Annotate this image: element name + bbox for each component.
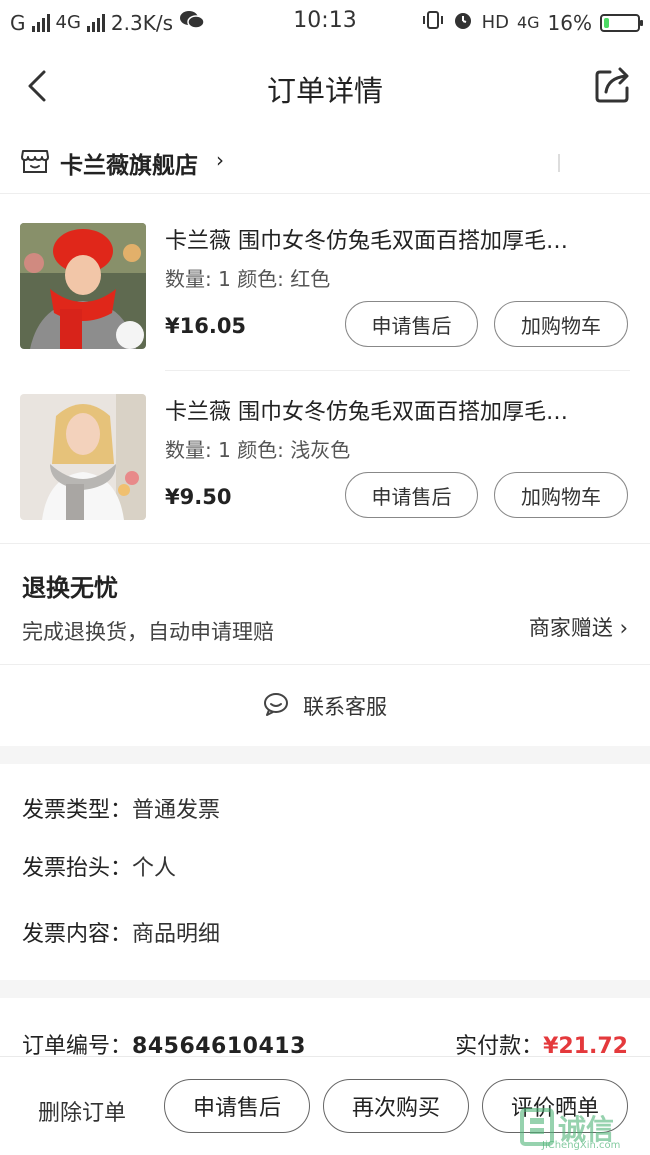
- product-meta: 数量: 1 颜色: 红色: [165, 263, 330, 292]
- after-sale-button[interactable]: 申请售后: [164, 1079, 310, 1133]
- chevron-right-icon: ›: [216, 148, 224, 172]
- status-right: HD 4G 16%: [422, 9, 643, 36]
- net-label: 4G: [516, 13, 540, 32]
- store-icon: [20, 146, 50, 176]
- product-meta: 数量: 1 颜色: 浅灰色: [165, 434, 350, 463]
- invoice-content-key: 发票内容：: [22, 922, 133, 947]
- battery-icon: [600, 13, 643, 32]
- hd-label: HD: [481, 12, 509, 33]
- status-bar: G 4G 2.3K/s 10:13 HD 4G 16%: [0, 0, 650, 44]
- invoice-title-value: 个人: [132, 856, 177, 881]
- guarantee-title: 退换无忧: [22, 574, 118, 602]
- invoice-title-key: 发票抬头：: [22, 856, 133, 881]
- invoice-type: 发票类型：普通发票: [22, 792, 220, 824]
- quantity-label: 数量: 1: [165, 267, 231, 291]
- nav-bar: 订单详情: [0, 52, 650, 122]
- contact-service-button[interactable]: 联系客服: [0, 666, 650, 746]
- product-item[interactable]: 卡兰薇 围巾女冬仿兔毛双面百搭加厚毛… 数量: 1 颜色: 浅灰色 ¥9.50 …: [0, 372, 650, 542]
- product-image[interactable]: [20, 394, 146, 520]
- product-price: ¥16.05: [165, 314, 247, 338]
- watermark-sub: JiChengXin.com: [542, 1140, 621, 1151]
- section-gap: [0, 980, 650, 998]
- battery-percent: 16%: [547, 10, 592, 35]
- rebuy-button[interactable]: 再次购买: [323, 1079, 469, 1133]
- contact-service-label: 联系客服: [303, 695, 387, 719]
- product-price: ¥9.50: [165, 485, 232, 509]
- merchant-gift-link[interactable]: 商家赠送 ›: [529, 612, 628, 642]
- guarantee-subtitle: 完成退换货，自动申请理赔: [22, 620, 274, 644]
- product-image[interactable]: [20, 223, 146, 349]
- add-to-cart-button[interactable]: 加购物车: [494, 301, 628, 347]
- store-header[interactable]: 卡兰薇旗舰店 ›: [0, 130, 650, 194]
- divider: [558, 154, 560, 172]
- invoice-type-value: 普通发票: [132, 798, 221, 823]
- section-gap: [0, 746, 650, 764]
- return-guarantee[interactable]: 退换无忧 完成退换货，自动申请理赔 商家赠送 ›: [0, 543, 650, 665]
- invoice-content-value: 商品明细: [132, 922, 221, 947]
- invoice-title: 发票抬头：个人: [22, 850, 176, 882]
- add-to-cart-button[interactable]: 加购物车: [494, 472, 628, 518]
- store-name[interactable]: 卡兰薇旗舰店: [60, 146, 198, 180]
- after-sale-button[interactable]: 申请售后: [345, 301, 478, 347]
- color-label: 颜色: 浅灰色: [237, 438, 351, 462]
- alarm-icon: [452, 9, 474, 36]
- chat-icon: [263, 692, 289, 720]
- delete-order-button[interactable]: 删除订单: [38, 1095, 126, 1127]
- quantity-label: 数量: 1: [165, 438, 231, 462]
- invoice-type-key: 发票类型：: [22, 798, 133, 823]
- product-title[interactable]: 卡兰薇 围巾女冬仿兔毛双面百搭加厚毛…: [165, 223, 630, 255]
- vibrate-icon: [422, 9, 444, 36]
- product-item[interactable]: 卡兰薇 围巾女冬仿兔毛双面百搭加厚毛… 数量: 1 颜色: 红色 ¥16.05 …: [0, 201, 650, 371]
- after-sale-button[interactable]: 申请售后: [345, 472, 478, 518]
- color-label: 颜色: 红色: [237, 267, 331, 291]
- invoice-content: 发票内容：商品明细: [22, 916, 220, 948]
- product-title[interactable]: 卡兰薇 围巾女冬仿兔毛双面百搭加厚毛…: [165, 394, 630, 426]
- page-title: 订单详情: [266, 74, 383, 108]
- watermark-logo: 诚信 JiChengXin.com: [518, 1106, 646, 1154]
- share-icon[interactable]: [592, 64, 634, 106]
